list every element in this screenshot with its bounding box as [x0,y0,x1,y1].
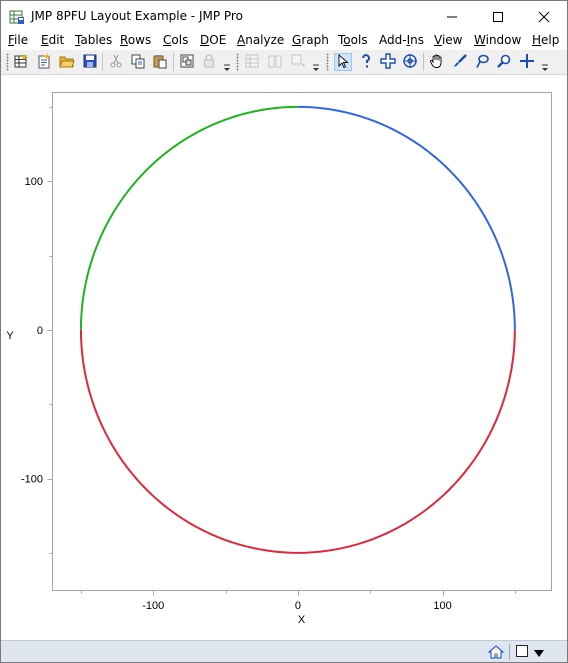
minimize-icon [446,11,458,23]
window-title: JMP 8PFU Layout Example - JMP Pro [31,9,243,23]
selection-tool-button[interactable] [379,52,397,72]
paste-icon [152,53,168,72]
toolbar-overflow[interactable] [312,57,320,73]
checkbox-icon[interactable] [516,645,528,657]
data-grid-icon [244,53,260,72]
copy-button[interactable] [129,53,147,71]
report-content: -100 0 100 100 0 -100 X Y [1,76,567,640]
status-separator [509,644,510,660]
x-tick-label: 100 [433,600,451,612]
menu-edit[interactable]: Edit [41,33,64,47]
open-icon [59,53,75,72]
y-tick-label: 100 [25,176,43,188]
title-bar[interactable]: JMP 8PFU Layout Example - JMP Pro [1,1,567,32]
status-bar [1,640,567,662]
menu-view[interactable]: View [434,33,462,47]
hand-tool-button[interactable] [428,53,446,71]
arrow-tool-button[interactable] [334,53,352,71]
new-data-table-button[interactable] [12,53,30,71]
magnifier-tool-button[interactable] [495,53,513,71]
magnifier-tool-icon [496,53,512,72]
paste-button[interactable] [151,53,169,71]
y-axis-label[interactable]: Y [6,330,14,342]
save-button[interactable] [81,53,99,71]
crosshair-tool-button[interactable] [401,53,419,71]
menu-file[interactable]: File [8,33,28,47]
maximize-icon [492,11,504,23]
plus-tool-button[interactable] [518,53,536,71]
toolbar-separator [173,53,174,71]
new-script-icon [36,53,52,72]
y-tick-label: 0 [37,325,43,337]
x-axis-label[interactable]: X [298,614,306,626]
plot-frame[interactable] [52,92,552,591]
join-button[interactable] [289,53,307,71]
toolbar-grip[interactable] [6,53,9,71]
crosshair-tool-icon [402,53,418,72]
copy-icon [130,53,146,72]
home-icon [487,645,505,663]
cut-icon [108,53,124,72]
close-icon [538,11,550,23]
lasso-tool-icon [474,53,490,72]
save-icon [82,53,98,72]
arrow-tool-icon [335,53,351,72]
dropdown-arrow-icon[interactable] [534,647,544,657]
toolbar-separator [102,53,103,71]
copy-structure-button[interactable] [178,53,196,71]
cut-button[interactable] [107,53,125,71]
new-data-table-icon [13,53,29,72]
lock-button[interactable] [200,53,218,71]
menu-window[interactable]: Window [474,33,521,47]
split-button[interactable] [266,53,284,71]
brush-tool-button[interactable] [451,53,469,71]
menu-tools[interactable]: Tools [338,33,368,47]
app-window: JMP 8PFU Layout Example - JMP Pro File E… [0,0,568,663]
menu-tables[interactable]: Tables [75,33,112,47]
maximize-button[interactable] [475,1,521,32]
menu-graph[interactable]: Graph [292,33,329,47]
selection-tool-icon [380,52,396,72]
toolbar-overflow[interactable] [223,57,231,73]
help-tool-icon [358,53,374,72]
menu-doe[interactable]: DOE [200,33,226,47]
join-icon [290,53,306,72]
hand-tool-icon [429,53,445,72]
data-grid-button[interactable] [243,53,261,71]
menu-rows[interactable]: Rows [120,33,151,47]
minimize-button[interactable] [429,1,475,32]
new-script-button[interactable] [35,53,53,71]
graph-builder-plot[interactable]: -100 0 100 100 0 -100 X Y [1,76,567,640]
menu-help[interactable]: Help [532,33,559,47]
x-axis: -100 0 100 [81,590,516,612]
open-button[interactable] [58,53,76,71]
menu-cols[interactable]: Cols [163,33,188,47]
help-tool-button[interactable] [357,53,375,71]
x-tick-label: 0 [295,600,301,612]
split-icon [267,53,283,72]
toolbar-overflow[interactable] [541,57,549,73]
y-tick-label: -100 [21,474,43,486]
lock-icon [201,53,217,72]
close-button[interactable] [521,1,567,32]
plus-tool-icon [519,53,535,72]
menu-bar: File Edit Tables Rows Cols DOE Analyze G… [1,32,567,50]
copy-structure-icon [179,53,195,72]
toolbar-grip[interactable] [326,53,329,71]
jmp-app-icon [9,9,25,25]
x-tick-label: -100 [142,600,164,612]
toolbar-separator [423,53,424,71]
y-axis: 100 0 -100 [21,107,53,554]
home-button[interactable] [487,644,505,660]
toolbar-grip[interactable] [236,53,239,71]
lasso-tool-button[interactable] [473,53,491,71]
menu-add-ins[interactable]: Add-Ins [379,33,424,47]
toolbar [1,50,567,75]
brush-tool-icon [452,53,468,72]
menu-analyze[interactable]: Analyze [237,33,284,47]
